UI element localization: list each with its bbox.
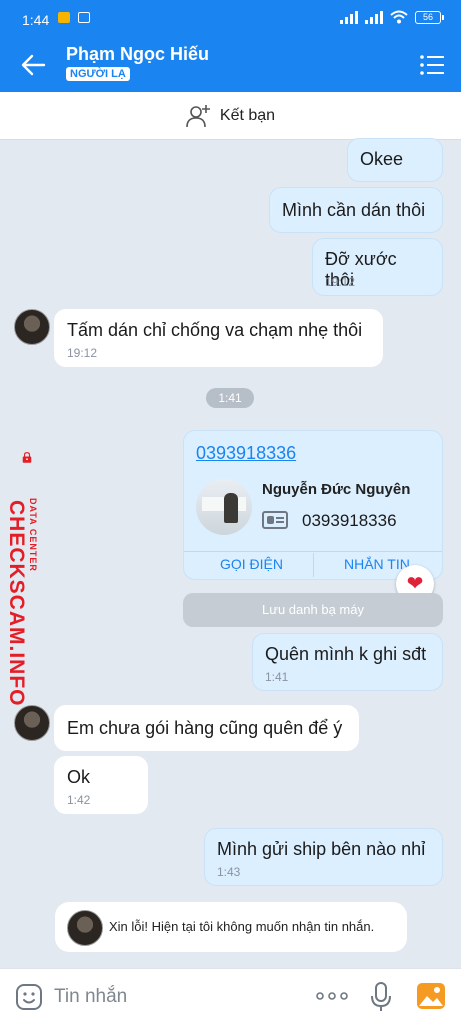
- message-time: 1:41: [265, 670, 289, 684]
- message-bubble[interactable]: Em chưa gói hàng cũng quên để ý: [54, 705, 359, 751]
- message-text: Tấm dán chỉ chống va chạm nhẹ thôi: [67, 320, 363, 340]
- add-friend-label: Kết bạn: [219, 106, 276, 124]
- message-text: Ok: [67, 767, 91, 787]
- message-notification-icon: [58, 12, 70, 23]
- message-bubble[interactable]: Mình gửi ship bên nào nhỉ 1:43: [204, 828, 443, 886]
- system-message: Xin lỗi! Hiện tại tôi không muốn nhận ti…: [55, 902, 407, 952]
- message-bubble[interactable]: Okee: [347, 138, 443, 182]
- avatar[interactable]: [14, 705, 50, 741]
- back-arrow-icon[interactable]: [18, 50, 48, 80]
- message-text: Em chưa gói hàng cũng quên để ý: [67, 718, 343, 738]
- watermark-sub: DATA CENTER: [28, 498, 38, 572]
- signal-2-icon: [365, 10, 383, 24]
- save-contact-button[interactable]: Lưu danh bạ máy: [183, 593, 443, 627]
- phone-link[interactable]: 0393918336: [196, 443, 296, 464]
- contact-card[interactable]: 0393918336 Nguyễn Đức Nguyên 0393918336 …: [183, 430, 443, 580]
- message-bubble[interactable]: Mình cần dán thôi: [269, 187, 443, 233]
- call-button[interactable]: GỌI ĐIỆN: [220, 556, 283, 572]
- message-bubble[interactable]: Tấm dán chỉ chống va chạm nhẹ thôi 19:12: [54, 309, 383, 367]
- list-menu-icon[interactable]: [419, 53, 445, 77]
- contact-card-number: 0393918336: [302, 511, 397, 530]
- message-time: 19:12: [325, 275, 356, 289]
- message-time: 1:43: [217, 865, 241, 879]
- message-text: Mình cần dán thôi: [282, 200, 426, 220]
- contact-card-name: Nguyễn Đức Nguyên: [262, 481, 411, 498]
- avatar: [67, 910, 103, 946]
- add-user-icon: [186, 104, 210, 127]
- time-divider: 1:41: [206, 388, 254, 408]
- message-time: 19:12: [67, 346, 98, 360]
- message-text: Mình gửi ship bên nào nhỉ: [217, 839, 426, 859]
- wifi-icon: [390, 10, 408, 24]
- image-icon[interactable]: [416, 982, 446, 1010]
- divider: [184, 551, 442, 552]
- message-bubble[interactable]: Ok 1:42: [54, 756, 148, 814]
- app-notification-icon: [78, 12, 90, 23]
- id-card-icon: [262, 511, 288, 529]
- watermark-brand: CHECKSCAM.INFO: [5, 500, 28, 707]
- divider: [313, 553, 314, 577]
- add-friend-button[interactable]: Kết bạn: [0, 92, 461, 140]
- battery-icon: 56: [415, 10, 444, 24]
- status-time: 1:44: [22, 12, 50, 28]
- message-input[interactable]: Tin nhắn: [54, 986, 127, 1008]
- message-time: 1:42: [67, 793, 91, 807]
- lock-icon: [22, 452, 32, 463]
- stranger-badge: NGƯỜI LẠ: [66, 67, 130, 81]
- status-bar: 1:44 56: [0, 0, 461, 38]
- message-bubble[interactable]: Quên mình k ghi sđt 1:41: [252, 633, 443, 691]
- chat-header: Phạm Ngọc Hiếu NGƯỜI LẠ: [0, 38, 461, 92]
- sticker-icon[interactable]: [14, 982, 44, 1012]
- message-text: Okee: [360, 149, 404, 169]
- contact-name[interactable]: Phạm Ngọc Hiếu: [66, 44, 209, 65]
- more-options-icon[interactable]: [316, 991, 348, 1001]
- system-message-text: Xin lỗi! Hiện tại tôi không muốn nhận ti…: [109, 919, 375, 934]
- signal-icon: [340, 10, 358, 24]
- message-text: Quên mình k ghi sđt: [265, 644, 427, 664]
- microphone-icon[interactable]: [370, 981, 392, 1013]
- message-composer: Tin nhắn: [0, 968, 461, 1025]
- contact-photo: [196, 479, 252, 535]
- message-button[interactable]: NHẮN TIN: [344, 556, 410, 572]
- avatar[interactable]: [14, 309, 50, 345]
- message-bubble[interactable]: Đỡ xước thôi 19:12: [312, 238, 443, 296]
